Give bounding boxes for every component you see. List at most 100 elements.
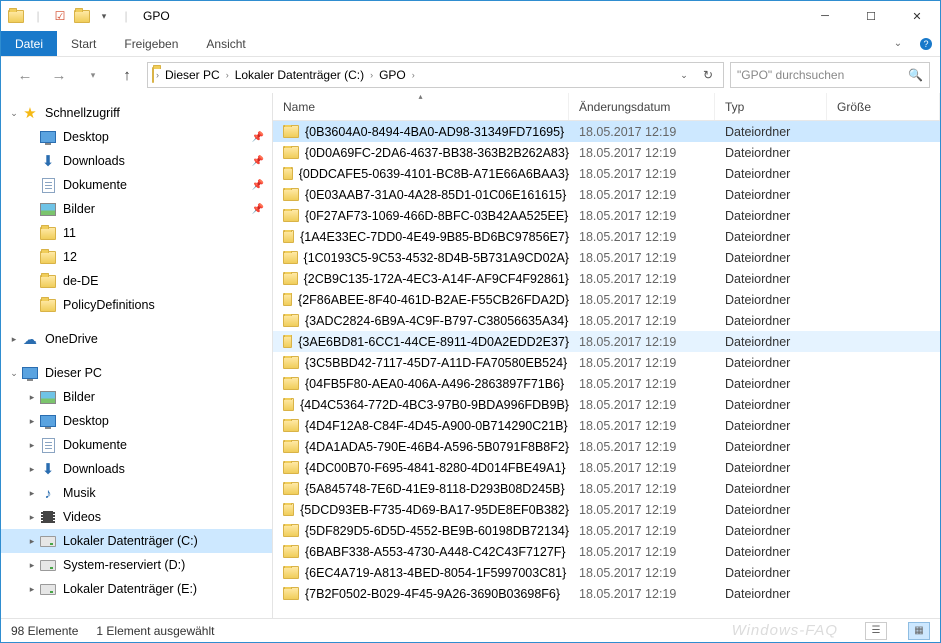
table-row[interactable]: {2F86ABEE-8F40-461D-B2AE-F55CB26FDA2D}18…: [273, 289, 940, 310]
nav-recent-dropdown[interactable]: ▾: [79, 61, 107, 89]
folder-icon[interactable]: [73, 7, 91, 25]
breadcrumb-segment[interactable]: GPO: [375, 68, 410, 82]
breadcrumb-segment[interactable]: Lokaler Datenträger (C:): [231, 68, 368, 82]
address-history-dropdown[interactable]: ⌄: [673, 70, 695, 81]
tree-onedrive[interactable]: ▸☁OneDrive: [1, 327, 272, 351]
tree-item[interactable]: ▸Lokaler Datenträger (E:): [1, 577, 272, 601]
table-row[interactable]: {5DCD93EB-F735-4D69-BA17-95DE8EF0B382}18…: [273, 499, 940, 520]
search-icon[interactable]: 🔍: [908, 68, 923, 82]
tree-item[interactable]: ▸Bilder: [1, 385, 272, 409]
table-row[interactable]: {6BABF338-A553-4730-A448-C42C43F7127F}18…: [273, 541, 940, 562]
nav-up-button[interactable]: ↑: [113, 61, 141, 89]
table-row[interactable]: {5DF829D5-6D5D-4552-BE9B-60198DB72134}18…: [273, 520, 940, 541]
chevron-icon[interactable]: ▸: [25, 488, 39, 499]
tree-item[interactable]: ▸de-DE: [1, 269, 272, 293]
tree-item[interactable]: ▸ Desktop: [1, 409, 272, 433]
nav-back-button[interactable]: ←: [11, 61, 39, 89]
column-header-size[interactable]: Größe: [827, 93, 940, 120]
chevron-icon[interactable]: ▸: [25, 392, 39, 403]
breadcrumb-segment[interactable]: Dieser PC: [161, 68, 224, 82]
ribbon-tab-view[interactable]: Ansicht: [192, 31, 259, 56]
view-details-button[interactable]: ☰: [865, 622, 887, 640]
tree-item[interactable]: ▸Lokaler Datenträger (C:): [1, 529, 272, 553]
chevron-icon[interactable]: ▸: [25, 584, 39, 595]
qat-properties-icon[interactable]: ☑: [51, 7, 69, 25]
chevron-icon[interactable]: ⌄: [7, 108, 21, 119]
table-row[interactable]: {1C0193C5-9C53-4532-8D4B-5B731A9CD02A}18…: [273, 247, 940, 268]
tree-item[interactable]: ▸12: [1, 245, 272, 269]
tree-item[interactable]: ▸⬇Downloads: [1, 457, 272, 481]
tree-item-label: Desktop: [63, 414, 264, 428]
chevron-right-icon[interactable]: ›: [226, 70, 229, 80]
table-row[interactable]: {4D4F12A8-C84F-4D45-A900-0B714290C21B}18…: [273, 415, 940, 436]
help-icon[interactable]: ?: [912, 31, 940, 56]
monitor-icon: [39, 128, 57, 146]
table-row[interactable]: {4DA1ADA5-790E-46B4-A596-5B0791F8B8F2}18…: [273, 436, 940, 457]
close-button[interactable]: ✕: [894, 1, 940, 31]
ribbon-expand-icon[interactable]: ⌄: [884, 31, 912, 56]
table-row[interactable]: {2CB9C135-172A-4EC3-A14F-AF9CF4F92861}18…: [273, 268, 940, 289]
table-row[interactable]: {6EC4A719-A813-4BED-8054-1F5997003C81}18…: [273, 562, 940, 583]
ribbon-tab-share[interactable]: Freigeben: [110, 31, 192, 56]
chevron-icon[interactable]: ⌄: [7, 368, 21, 379]
drive-icon: [39, 532, 57, 550]
maximize-button[interactable]: ☐: [848, 1, 894, 31]
column-header-type[interactable]: Typ: [715, 93, 827, 120]
tree-item[interactable]: ▸11: [1, 221, 272, 245]
table-row[interactable]: {1A4E33EC-7DD0-4E49-9B85-BD6BC97856E7}18…: [273, 226, 940, 247]
view-large-icons-button[interactable]: ▦: [908, 622, 930, 640]
table-row[interactable]: {0D0A69FC-2DA6-4637-BB38-363B2B262A83}18…: [273, 142, 940, 163]
table-row[interactable]: {5A845748-7E6D-41E9-8118-D293B08D245B}18…: [273, 478, 940, 499]
table-row[interactable]: {0DDCAFE5-0639-4101-BC8B-A71E66A6BAA3}18…: [273, 163, 940, 184]
tree-item[interactable]: ▸Desktop📌: [1, 125, 272, 149]
folder-icon: [283, 125, 299, 138]
tree-item[interactable]: ▸Dokumente: [1, 433, 272, 457]
table-row[interactable]: {0F27AF73-1069-466D-8BFC-03B42AA525EE}18…: [273, 205, 940, 226]
tree-item[interactable]: ▸PolicyDefinitions: [1, 293, 272, 317]
nav-forward-button[interactable]: →: [45, 61, 73, 89]
chevron-icon[interactable]: ▸: [25, 560, 39, 571]
tree-item[interactable]: ▸Dokumente📌: [1, 173, 272, 197]
navigation-pane[interactable]: ⌄★Schnellzugriff▸Desktop📌▸⬇Downloads📌▸Do…: [1, 93, 273, 618]
chevron-icon[interactable]: ▸: [7, 334, 21, 345]
ribbon-tab-start[interactable]: Start: [57, 31, 110, 56]
file-name: {3ADC2824-6B9A-4C9F-B797-C38056635A34}: [305, 314, 568, 328]
tree-quick-access[interactable]: ⌄★Schnellzugriff: [1, 101, 272, 125]
chevron-icon[interactable]: ▸: [25, 440, 39, 451]
table-row[interactable]: {3ADC2824-6B9A-4C9F-B797-C38056635A34}18…: [273, 310, 940, 331]
ribbon-file-tab[interactable]: Datei: [1, 31, 57, 56]
table-row[interactable]: {4D4C5364-772D-4BC3-97B0-9BDA996FDB9B}18…: [273, 394, 940, 415]
chevron-icon[interactable]: ▸: [25, 416, 39, 427]
table-row[interactable]: {0B3604A0-8494-4BA0-AD98-31349FD71695}18…: [273, 121, 940, 142]
file-list[interactable]: {0B3604A0-8494-4BA0-AD98-31349FD71695}18…: [273, 121, 940, 618]
folder-icon: [283, 230, 294, 243]
file-name: {0D0A69FC-2DA6-4637-BB38-363B2B262A83}: [305, 146, 569, 160]
table-row[interactable]: {4DC00B70-F695-4841-8280-4D014FBE49A1}18…: [273, 457, 940, 478]
chevron-icon[interactable]: ▸: [25, 464, 39, 475]
table-row[interactable]: {3C5BBD42-7117-45D7-A11D-FA70580EB524}18…: [273, 352, 940, 373]
tree-item[interactable]: ▸Videos: [1, 505, 272, 529]
address-bar[interactable]: › Dieser PC › Lokaler Datenträger (C:) ›…: [147, 62, 724, 88]
tree-this-pc[interactable]: ⌄Dieser PC: [1, 361, 272, 385]
tree-item[interactable]: ▸Bilder📌: [1, 197, 272, 221]
chevron-right-icon[interactable]: ›: [156, 70, 159, 80]
qat-dropdown-icon[interactable]: ▾: [95, 7, 113, 25]
minimize-button[interactable]: ─: [802, 1, 848, 31]
refresh-icon[interactable]: ↻: [697, 68, 719, 82]
tree-item[interactable]: ▸System-reserviert (D:): [1, 553, 272, 577]
column-header-date[interactable]: Änderungsdatum: [569, 93, 715, 120]
column-header-name[interactable]: ▴ Name: [273, 93, 569, 120]
file-type: Dateiordner: [715, 272, 827, 286]
tree-item[interactable]: ▸⬇Downloads📌: [1, 149, 272, 173]
tree-item[interactable]: ▸♪Musik: [1, 481, 272, 505]
search-box[interactable]: "GPO" durchsuchen 🔍: [730, 62, 930, 88]
chevron-right-icon[interactable]: ›: [412, 70, 415, 80]
table-row[interactable]: {7B2F0502-B029-4F45-9A26-3690B03698F6}18…: [273, 583, 940, 604]
table-row[interactable]: {04FB5F80-AEA0-406A-A496-2863897F71B6}18…: [273, 373, 940, 394]
table-row[interactable]: {3AE6BD81-6CC1-44CE-8911-4D0A2EDD2E37}18…: [273, 331, 940, 352]
folder-icon: [283, 524, 299, 537]
table-row[interactable]: {0E03AAB7-31A0-4A28-85D1-01C06E161615}18…: [273, 184, 940, 205]
chevron-icon[interactable]: ▸: [25, 512, 39, 523]
chevron-icon[interactable]: ▸: [25, 536, 39, 547]
chevron-right-icon[interactable]: ›: [370, 70, 373, 80]
